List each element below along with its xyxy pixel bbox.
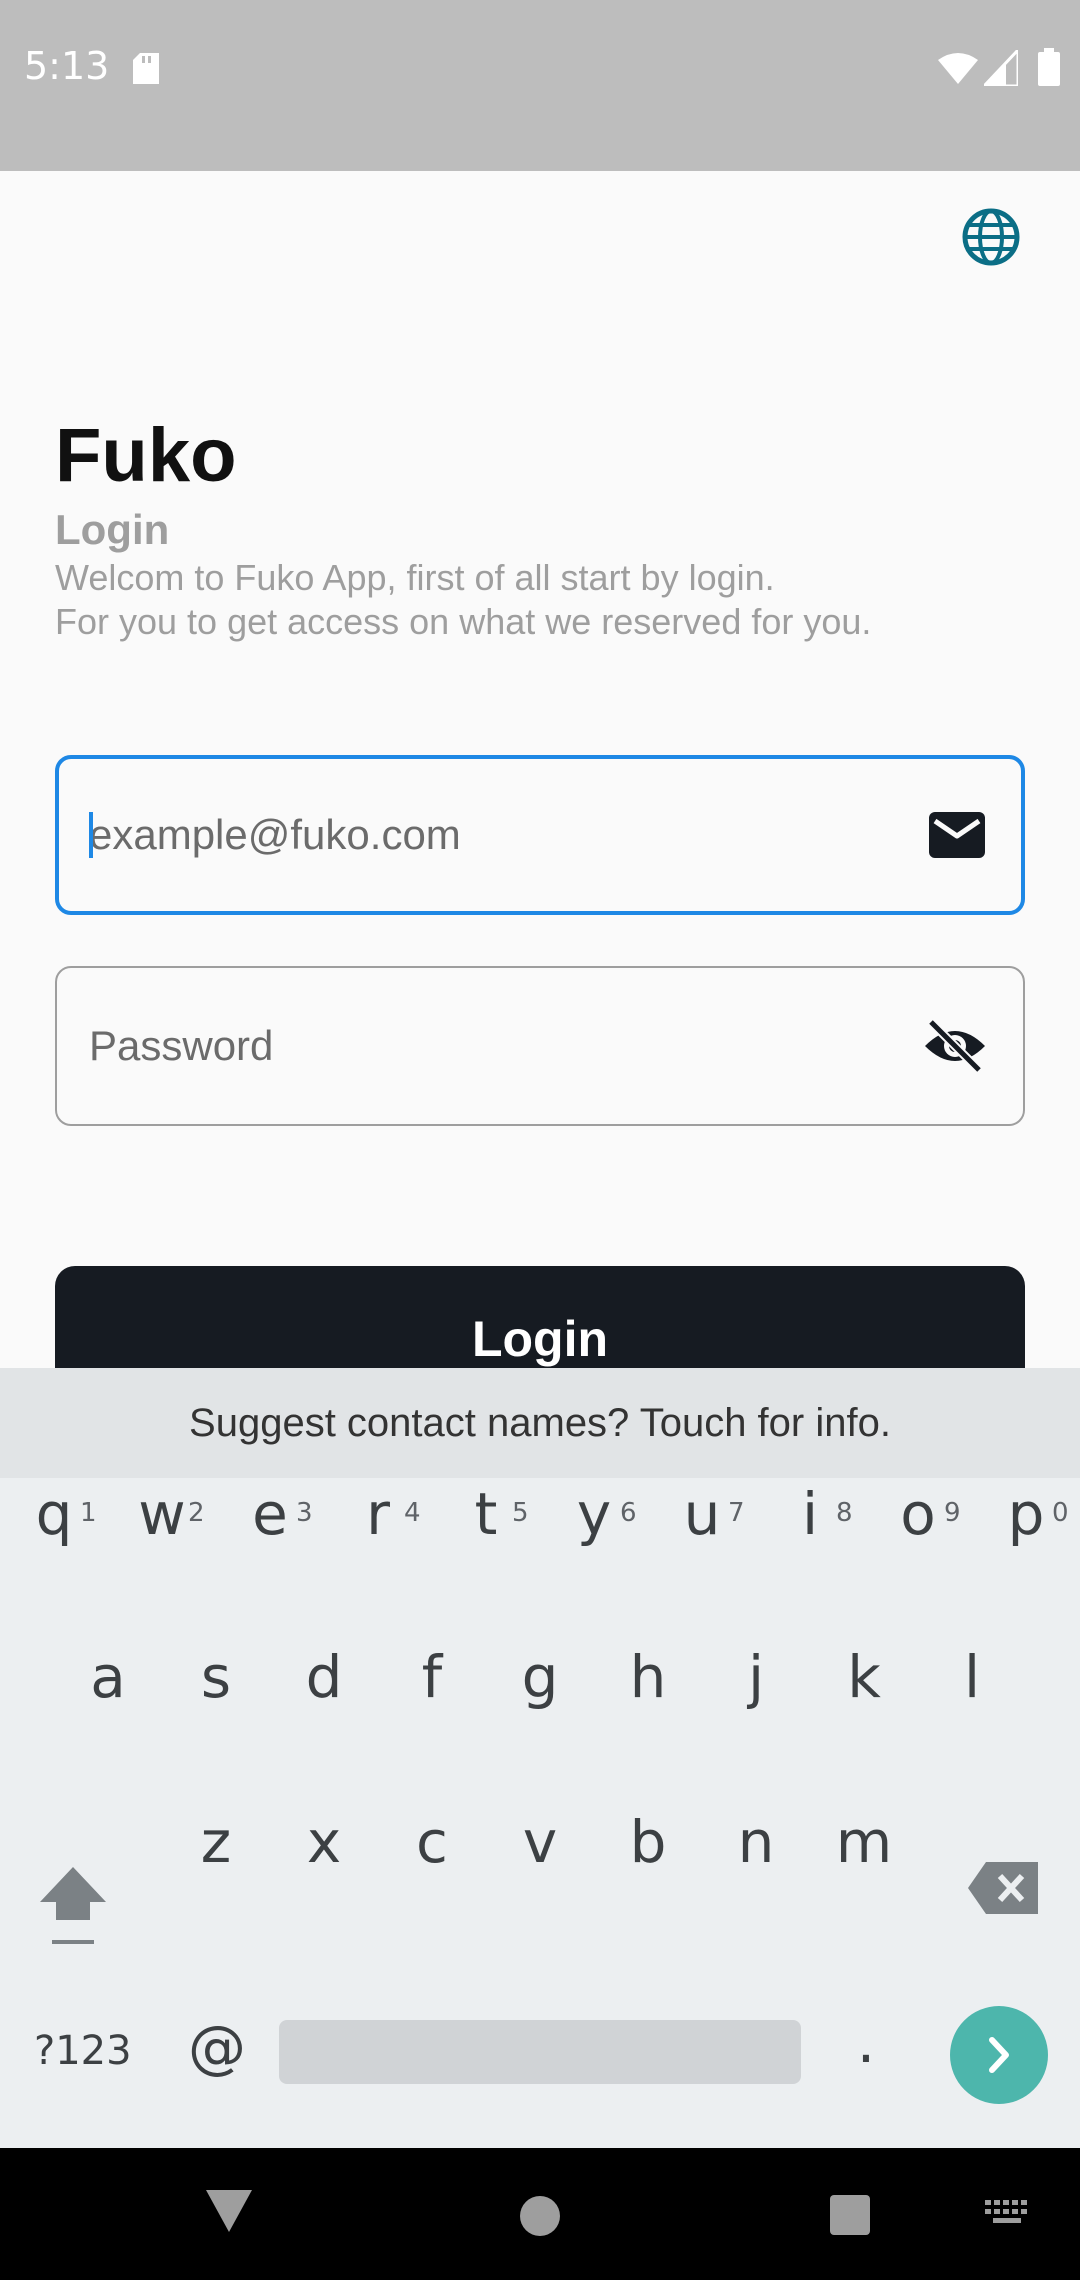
key-hint: 7 [728,1498,745,1528]
key-hint: 4 [404,1498,421,1528]
symbols-key[interactable]: ?123 [34,2028,132,2074]
key-o[interactable]: o [888,1480,948,1548]
back-icon[interactable] [206,2190,252,2232]
globe-icon[interactable] [960,206,1022,268]
soft-keyboard: Suggest contact names? Touch for info. q… [0,1368,1080,2148]
chevron-right-icon [989,2037,1009,2073]
key-hint: 5 [512,1498,529,1528]
email-field[interactable]: example@fuko.com [55,755,1025,915]
contact-suggestion-bar[interactable]: Suggest contact names? Touch for info. [0,1368,1080,1478]
key-r[interactable]: r [348,1480,408,1548]
key-s[interactable]: s [186,1643,246,1711]
password-placeholder: Password [89,1022,274,1069]
key-l[interactable]: l [942,1643,1002,1711]
recents-icon[interactable] [830,2195,870,2235]
key-t[interactable]: t [456,1480,516,1548]
key-f[interactable]: f [402,1643,462,1711]
welcome-description: Welcom to Fuko App, first of all start b… [55,556,1035,644]
description-line: For you to get access on what we reserve… [55,601,872,642]
key-m[interactable]: m [834,1808,894,1876]
key-d[interactable]: d [294,1643,354,1711]
key-v[interactable]: v [510,1808,570,1876]
key-a[interactable]: a [78,1643,138,1711]
key-z[interactable]: z [186,1808,246,1876]
key-g[interactable]: g [510,1643,570,1711]
key-e[interactable]: e [240,1480,300,1548]
signal-icon [984,50,1018,86]
sd-card-icon [133,53,159,84]
key-hint: 9 [944,1498,961,1528]
key-c[interactable]: c [402,1808,462,1876]
app-title: Fuko [55,413,237,498]
system-nav-bar [0,2148,1080,2280]
key-y[interactable]: y [564,1480,624,1548]
login-subtitle: Login [55,506,170,553]
key-hint: 3 [296,1498,313,1528]
key-u[interactable]: u [672,1480,732,1548]
description-line: Welcom to Fuko App, first of all start b… [55,557,775,598]
key-q[interactable]: q [24,1480,84,1548]
key-hint: 1 [80,1498,97,1528]
key-i[interactable]: i [780,1480,840,1548]
key-hint: 6 [620,1498,637,1528]
key-k[interactable]: k [834,1643,894,1711]
text-cursor [89,812,93,858]
backspace-icon[interactable] [968,1862,1038,1914]
status-time: 5:13 [24,44,110,88]
key-h[interactable]: h [618,1643,678,1711]
email-placeholder: example@fuko.com [89,811,461,858]
wifi-icon [938,53,978,84]
home-icon[interactable] [520,2196,560,2236]
key-hint: 8 [836,1498,853,1528]
key-hint: 0 [1052,1498,1069,1528]
shift-icon[interactable] [38,1862,108,1952]
login-button[interactable]: Login [55,1266,1025,1376]
key-b[interactable]: b [618,1808,678,1876]
battery-icon [1038,48,1060,86]
keyboard-switch-icon[interactable] [985,2200,1029,2230]
key-p[interactable]: p [996,1480,1056,1548]
key-w[interactable]: w [132,1480,192,1548]
key-n[interactable]: n [726,1808,786,1876]
spacebar[interactable] [279,2020,801,2084]
status-bar: 5:13 [0,0,1080,171]
at-key[interactable]: @ [184,2013,250,2081]
key-x[interactable]: x [294,1808,354,1876]
key-j[interactable]: j [726,1643,786,1711]
mail-icon [929,812,985,858]
key-hint: 2 [188,1498,205,1528]
period-key[interactable]: . [848,2008,884,2076]
enter-key[interactable] [950,2006,1048,2104]
eye-off-icon[interactable] [923,1018,987,1074]
password-field[interactable]: Password [55,966,1025,1126]
